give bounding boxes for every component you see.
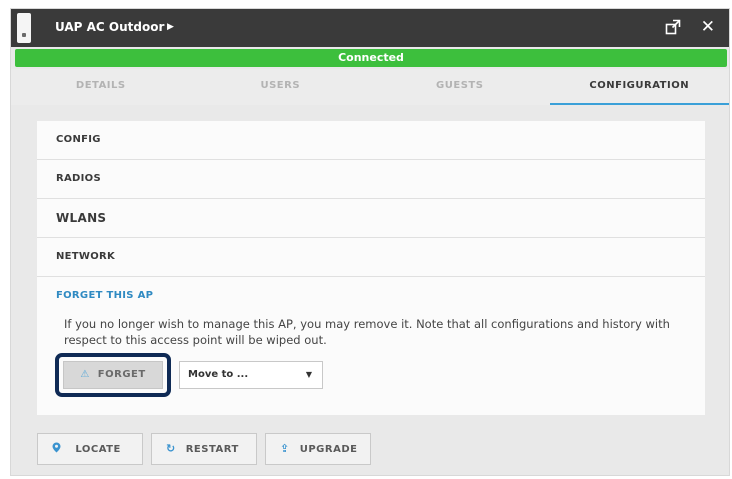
forget-button[interactable]: ⚠ FORGET xyxy=(63,361,163,389)
tab-configuration[interactable]: CONFIGURATION xyxy=(549,69,729,105)
close-icon[interactable]: ✕ xyxy=(701,17,715,37)
forget-button-label: FORGET xyxy=(97,369,146,380)
tab-guests[interactable]: GUESTS xyxy=(370,69,550,105)
locate-button[interactable]: LOCATE xyxy=(37,433,143,465)
upgrade-label: UPGRADE xyxy=(299,444,358,455)
move-to-select-value: Move to ... xyxy=(188,369,249,380)
restart-label: RESTART xyxy=(185,444,239,455)
access-point-icon xyxy=(17,13,31,43)
forget-icon: ⚠ xyxy=(80,369,90,380)
forget-description: If you no longer wish to manage this AP,… xyxy=(64,317,670,347)
section-config[interactable]: CONFIG xyxy=(37,121,705,160)
restart-button[interactable]: ↻ RESTART xyxy=(151,433,257,465)
tab-users[interactable]: USERS xyxy=(191,69,371,105)
tab-bar: DETAILS USERS GUESTS CONFIGURATION xyxy=(11,69,729,105)
forget-section-title[interactable]: FORGET THIS AP xyxy=(56,290,153,301)
upgrade-icon: ⇪ xyxy=(280,442,290,455)
upgrade-button[interactable]: ⇪ UPGRADE xyxy=(265,433,371,465)
connection-status-bar: Connected xyxy=(15,49,727,67)
title-caret-icon[interactable]: ▶ xyxy=(167,22,174,32)
device-window: UAP AC Outdoor ▶ ✕ Connected DETAILS USE… xyxy=(10,8,730,476)
section-radios[interactable]: RADIOS xyxy=(37,160,705,199)
move-to-select[interactable]: Move to ... ▼ xyxy=(179,361,323,389)
popout-icon[interactable] xyxy=(665,19,681,35)
section-wlans[interactable]: WLANS xyxy=(37,199,705,238)
location-pin-icon xyxy=(52,442,65,455)
locate-label: LOCATE xyxy=(75,444,121,455)
configuration-panel: CONFIG RADIOS WLANS NETWORK FORGET THIS … xyxy=(37,121,705,415)
chevron-down-icon: ▼ xyxy=(305,370,312,379)
tab-details[interactable]: DETAILS xyxy=(11,69,191,105)
device-title[interactable]: UAP AC Outdoor xyxy=(55,20,164,34)
title-bar: UAP AC Outdoor ▶ ✕ xyxy=(11,9,729,47)
section-network[interactable]: NETWORK xyxy=(37,238,705,277)
forget-ap-section: FORGET THIS AP If you no longer wish to … xyxy=(37,277,705,415)
restart-icon: ↻ xyxy=(166,442,176,455)
